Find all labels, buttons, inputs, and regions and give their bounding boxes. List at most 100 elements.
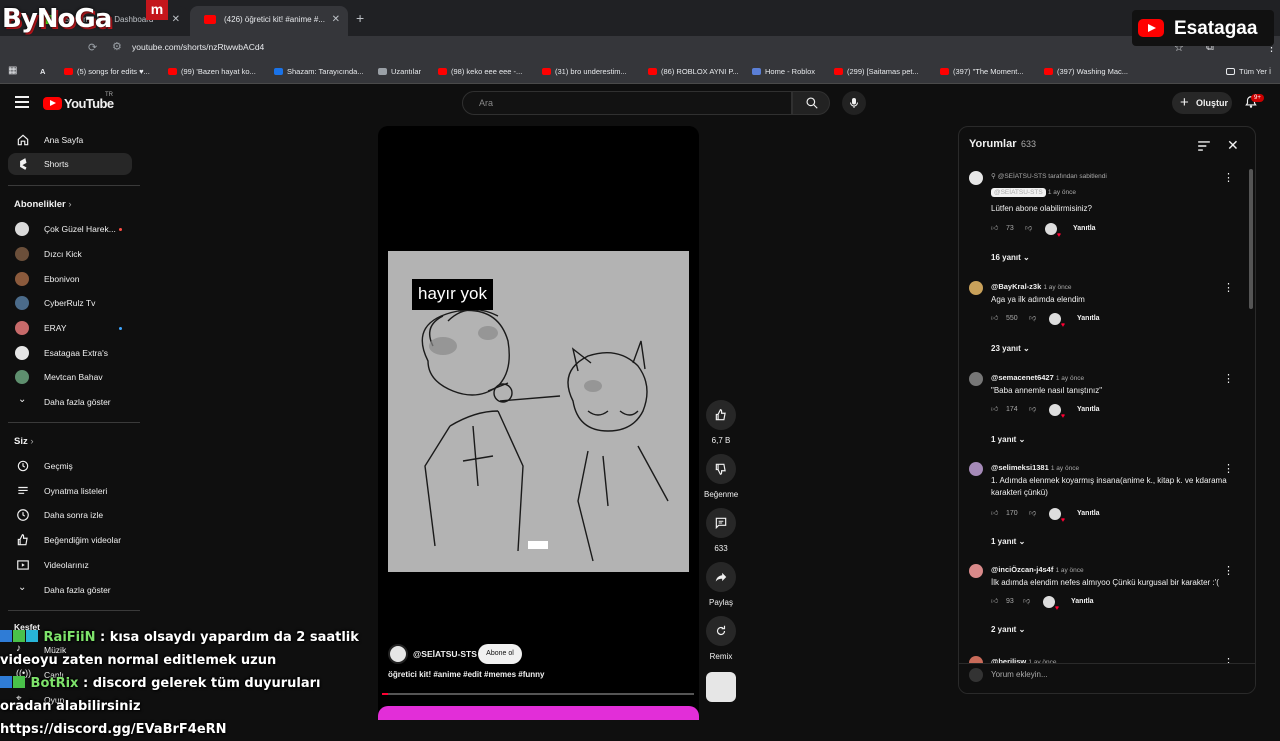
youtube-icon <box>64 68 73 75</box>
url-text[interactable]: youtube.com/shorts/nzRtwwbACd4 <box>132 42 264 52</box>
subscribe-button[interactable]: Abone ol <box>478 644 522 664</box>
like-count: 6,7 B <box>711 436 731 445</box>
sidebar-sub-item[interactable]: Çok Güzel Harek... <box>8 218 132 240</box>
scrollbar[interactable] <box>1249 169 1253 309</box>
view-replies-button[interactable]: 1 yanıt ⌄ <box>991 435 1025 444</box>
more-options-icon[interactable]: ⋮ <box>1223 372 1234 385</box>
sidebar-item-watch-later[interactable]: Daha sonra izle <box>8 504 132 526</box>
sidebar-item-home[interactable]: Ana Sayfa <box>8 129 132 151</box>
browser-tab-youtube[interactable]: (426) öğretici kit! #anime #... ✕ <box>190 6 348 36</box>
reply-button[interactable]: Yanıtla <box>1073 225 1096 232</box>
bookmark-item[interactable]: Shazam: Tarayıcında... <box>274 67 364 76</box>
thumbs-up-icon[interactable]: 👍︎ <box>991 313 998 322</box>
sidebar-show-more-you[interactable]: ⌄ Daha fazla göster <box>8 579 132 601</box>
bookmark-item[interactable]: (86) ROBLOX AYNI P... <box>648 67 739 76</box>
like-count: 550 <box>1006 315 1018 322</box>
voice-search-button[interactable] <box>842 91 866 115</box>
sound-thumbnail[interactable] <box>704 672 738 708</box>
video-title[interactable]: öğretici kit! #anime #edit #memes #funny <box>388 670 545 679</box>
sidebar-item-your-videos[interactable]: Videolarınız <box>8 554 132 576</box>
thumbs-up-icon[interactable]: 👍︎ <box>991 508 998 517</box>
thumbs-down-icon[interactable]: 👎︎ <box>1025 223 1032 232</box>
hamburger-menu-icon[interactable] <box>15 96 29 108</box>
you-heading[interactable]: Siz › <box>14 436 34 447</box>
view-replies-button[interactable]: 1 yanıt ⌄ <box>991 537 1025 546</box>
commenter-name[interactable]: @SEİATSU-STS <box>991 188 1046 197</box>
reply-button[interactable]: Yanıtla <box>1077 406 1100 413</box>
apps-grid-icon[interactable]: ▦ <box>8 65 17 76</box>
more-options-icon[interactable]: ⋮ <box>1223 171 1234 184</box>
commenter-avatar[interactable] <box>969 564 983 578</box>
subscriptions-heading[interactable]: Abonelikler › <box>14 199 72 210</box>
thumbs-down-icon[interactable]: 👎︎ <box>1023 596 1030 605</box>
sidebar-sub-item[interactable]: CyberRulz Tv <box>8 292 132 314</box>
sidebar-sub-item[interactable]: Dızcı Kick <box>8 243 132 265</box>
reload-icon[interactable]: ⟳ <box>88 41 97 54</box>
channel-name[interactable]: @SEİATSU-STS <box>413 649 477 659</box>
bookmark-item[interactable]: Uzantılar <box>378 67 421 76</box>
reply-button[interactable]: Yanıtla <box>1077 315 1100 322</box>
bookmark-item[interactable]: (31) bro underestim... <box>542 67 627 76</box>
bookmark-item[interactable]: (397) Washing Mac... <box>1044 67 1128 76</box>
view-replies-button[interactable]: 23 yanıt ⌄ <box>991 344 1030 353</box>
view-replies-button[interactable]: 2 yanıt ⌄ <box>991 625 1025 634</box>
thumbs-up-icon[interactable]: 👍︎ <box>991 596 998 605</box>
bookmark-item[interactable]: (98) keko eee eee -... <box>438 67 522 76</box>
thumbs-down-icon[interactable]: 👎︎ <box>1029 404 1036 413</box>
commenter-name[interactable]: @semacenet6427 <box>991 373 1054 382</box>
thumbs-up-icon[interactable]: 👍︎ <box>991 223 998 232</box>
commenter-name[interactable]: @BayKral-z3k <box>991 282 1041 291</box>
sidebar-item-shorts[interactable]: Shorts <box>8 153 132 175</box>
comments-button[interactable]: 633 <box>704 508 738 553</box>
create-button[interactable]: + Oluştur <box>1172 92 1232 114</box>
sidebar-item-liked-videos[interactable]: Beğendiğim videolar <box>8 529 132 551</box>
view-replies-button[interactable]: 16 yanıt ⌄ <box>991 253 1030 262</box>
search-input[interactable]: Ara <box>462 91 792 115</box>
dislike-button[interactable]: Beğenme <box>704 454 738 499</box>
reply-button[interactable]: Yanıtla <box>1071 598 1094 605</box>
thumbs-up-icon[interactable]: 👍︎ <box>991 404 998 413</box>
more-options-icon[interactable]: ⋮ <box>1223 462 1234 475</box>
bookmark-item[interactable]: (99) 'Bazen hayat ko... <box>168 67 256 76</box>
bookmark-a[interactable]: A <box>40 67 45 76</box>
commenter-avatar[interactable] <box>969 171 983 185</box>
commenter-name[interactable]: @inciÖzcan-j4s4f <box>991 565 1053 574</box>
replies-count: 1 yanıt <box>991 537 1017 546</box>
share-button[interactable]: Paylaş <box>704 562 738 607</box>
close-tab-icon[interactable]: ✕ <box>332 14 340 25</box>
bookmark-item[interactable]: (299) [Saitamas pet... <box>834 67 919 76</box>
bookmark-folder[interactable]: Tüm Yer İ <box>1226 67 1271 76</box>
close-icon[interactable]: ✕ <box>1227 137 1239 154</box>
sidebar-sub-item[interactable]: ERAY <box>8 317 132 339</box>
more-options-icon[interactable]: ⋮ <box>1223 564 1234 577</box>
next-short-preview[interactable] <box>378 706 699 720</box>
bookmark-item[interactable]: (5) songs for edits ♥... <box>64 67 150 76</box>
more-options-icon[interactable]: ⋮ <box>1223 281 1234 294</box>
add-comment-input[interactable]: Yorum ekleyin... <box>969 668 1249 682</box>
bookmark-item[interactable]: Home - Roblox <box>752 67 815 76</box>
sidebar-sub-item[interactable]: Mevtcan Bahav <box>8 366 132 388</box>
sidebar-sub-item[interactable]: Esatagaa Extra's <box>8 342 132 364</box>
sidebar-show-more-subs[interactable]: ⌄ Daha fazla göster <box>8 391 132 413</box>
sidebar-item-history[interactable]: Geçmiş <box>8 455 132 477</box>
remix-button[interactable]: Remix <box>704 616 738 661</box>
reply-button[interactable]: Yanıtla <box>1077 510 1100 517</box>
thumbs-down-icon[interactable]: 👎︎ <box>1029 313 1036 322</box>
video-progress-bar[interactable] <box>382 693 694 695</box>
like-button[interactable]: 6,7 B <box>704 400 738 445</box>
new-tab-button[interactable]: + <box>356 10 364 26</box>
sidebar-item-playlists[interactable]: Oynatma listeleri <box>8 480 132 502</box>
channel-avatar[interactable] <box>388 644 408 664</box>
close-tab-icon[interactable]: ✕ <box>172 14 180 25</box>
commenter-avatar[interactable] <box>969 372 983 386</box>
site-info-icon[interactable]: ⚙ <box>112 40 122 53</box>
commenter-avatar[interactable] <box>969 462 983 476</box>
sort-icon[interactable] <box>1197 140 1211 152</box>
commenter-avatar[interactable] <box>969 281 983 295</box>
commenter-name[interactable]: @selimeksi1381 <box>991 463 1049 472</box>
bookmark-item[interactable]: (397) "The Moment... <box>940 67 1024 76</box>
search-button[interactable] <box>792 91 830 115</box>
video-caption-text: hayır yok <box>412 279 493 310</box>
sidebar-sub-item[interactable]: Ebonivon <box>8 268 132 290</box>
thumbs-down-icon[interactable]: 👎︎ <box>1029 508 1036 517</box>
